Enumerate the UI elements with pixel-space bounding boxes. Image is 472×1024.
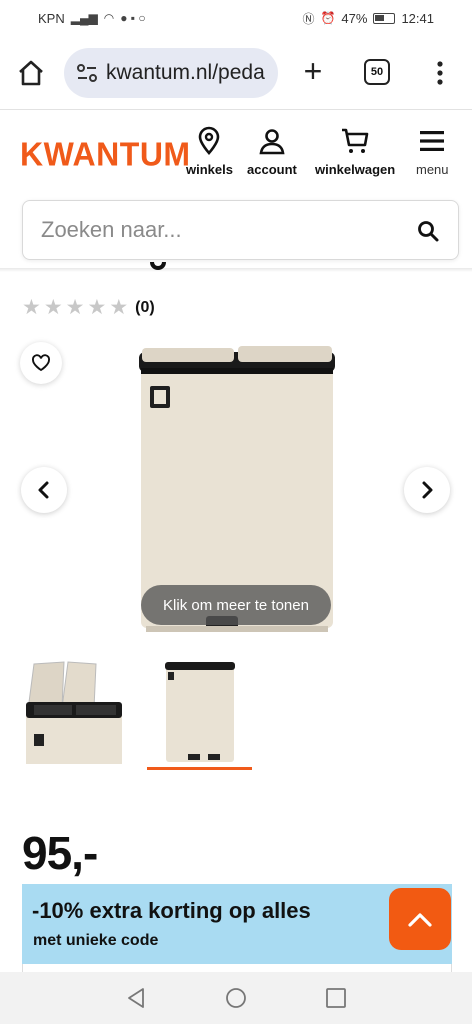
gallery-next-button[interactable]: [404, 467, 450, 513]
thumbnail-closed-bins[interactable]: [150, 658, 250, 766]
heart-icon: [32, 354, 50, 372]
site-info-icon[interactable]: [76, 63, 98, 83]
browser-toolbar: kwantum.nl/peda + 50: [0, 40, 472, 104]
clock: 12:41: [401, 10, 434, 26]
wishlist-button[interactable]: [20, 342, 62, 384]
person-icon: [259, 129, 285, 155]
home-circle-icon[interactable]: [224, 986, 248, 1010]
status-bar: KPN ▂▄▆ ◠ ● ▪ ○ Ⓝ ⏰ 47% 12:41: [0, 0, 472, 36]
nav-account-label: account: [247, 162, 297, 177]
location-pin-icon: [199, 126, 220, 155]
thumbnail-active-indicator: [147, 767, 252, 770]
wifi-icon: ◠: [103, 11, 115, 25]
chevron-right-icon: [422, 481, 433, 499]
toolbar-divider: [0, 109, 472, 110]
chevron-left-icon: [38, 481, 49, 499]
rating-count: (0): [135, 299, 155, 316]
nav-account[interactable]: account: [247, 126, 297, 177]
product-rating[interactable]: ★ ★ ★ ★ ★ (0): [22, 297, 155, 319]
search-input[interactable]: [41, 217, 411, 243]
battery-icon: [373, 12, 396, 24]
recents-icon[interactable]: [325, 987, 347, 1009]
signal-icon: ▂▄▆: [70, 11, 98, 25]
nav-menu-label: menu: [416, 162, 449, 177]
app-icons: ● ▪ ○: [120, 11, 146, 25]
nav-cart[interactable]: winkelwagen: [315, 126, 395, 177]
header-shadow: [0, 268, 472, 272]
address-bar[interactable]: kwantum.nl/peda: [64, 48, 278, 98]
promo-bottom-edge: [22, 964, 452, 972]
gallery-hint[interactable]: Klik om meer te tonen: [141, 585, 331, 625]
carrier-label: KPN: [38, 10, 65, 26]
system-navigation-bar: [0, 972, 472, 1024]
star-icon: ★: [87, 296, 107, 319]
nav-stores-label: winkels: [186, 162, 233, 177]
back-icon[interactable]: [124, 986, 148, 1010]
star-icon: ★: [65, 296, 85, 319]
star-icon: ★: [109, 296, 129, 319]
gallery-prev-button[interactable]: [21, 467, 67, 513]
clipped-title-fragment: [150, 262, 166, 270]
cart-icon: [342, 128, 369, 153]
promo-subtitle: met unieke code: [33, 932, 159, 949]
nav-stores[interactable]: winkels: [186, 126, 233, 177]
nav-menu[interactable]: menu: [416, 126, 449, 177]
alarm-icon: ⏰: [320, 11, 336, 25]
scroll-to-top-button[interactable]: [389, 888, 451, 950]
chevron-up-icon: [408, 913, 432, 927]
nfc-icon: Ⓝ: [302, 11, 315, 26]
product-price: 95,-: [22, 827, 98, 879]
star-icon: ★: [22, 296, 41, 319]
battery-percent: 47%: [341, 10, 368, 26]
plus-icon[interactable]: +: [296, 55, 330, 87]
hamburger-icon: [420, 131, 445, 151]
promo-banner[interactable]: -10% extra korting op alles met unieke c…: [22, 884, 452, 964]
home-icon[interactable]: [16, 58, 46, 88]
more-vert-icon[interactable]: [430, 58, 450, 88]
promo-title: -10% extra korting op alles: [32, 898, 311, 923]
search-icon[interactable]: [416, 219, 440, 243]
search-box[interactable]: [22, 200, 459, 260]
tab-switcher-button[interactable]: 50: [364, 59, 390, 85]
nav-cart-label: winkelwagen: [315, 162, 396, 177]
star-icon: ★: [43, 296, 63, 319]
thumbnail-open-bins[interactable]: [24, 658, 124, 766]
url-text: kwantum.nl/peda: [106, 61, 265, 84]
site-logo[interactable]: KWANTUM: [20, 135, 191, 174]
